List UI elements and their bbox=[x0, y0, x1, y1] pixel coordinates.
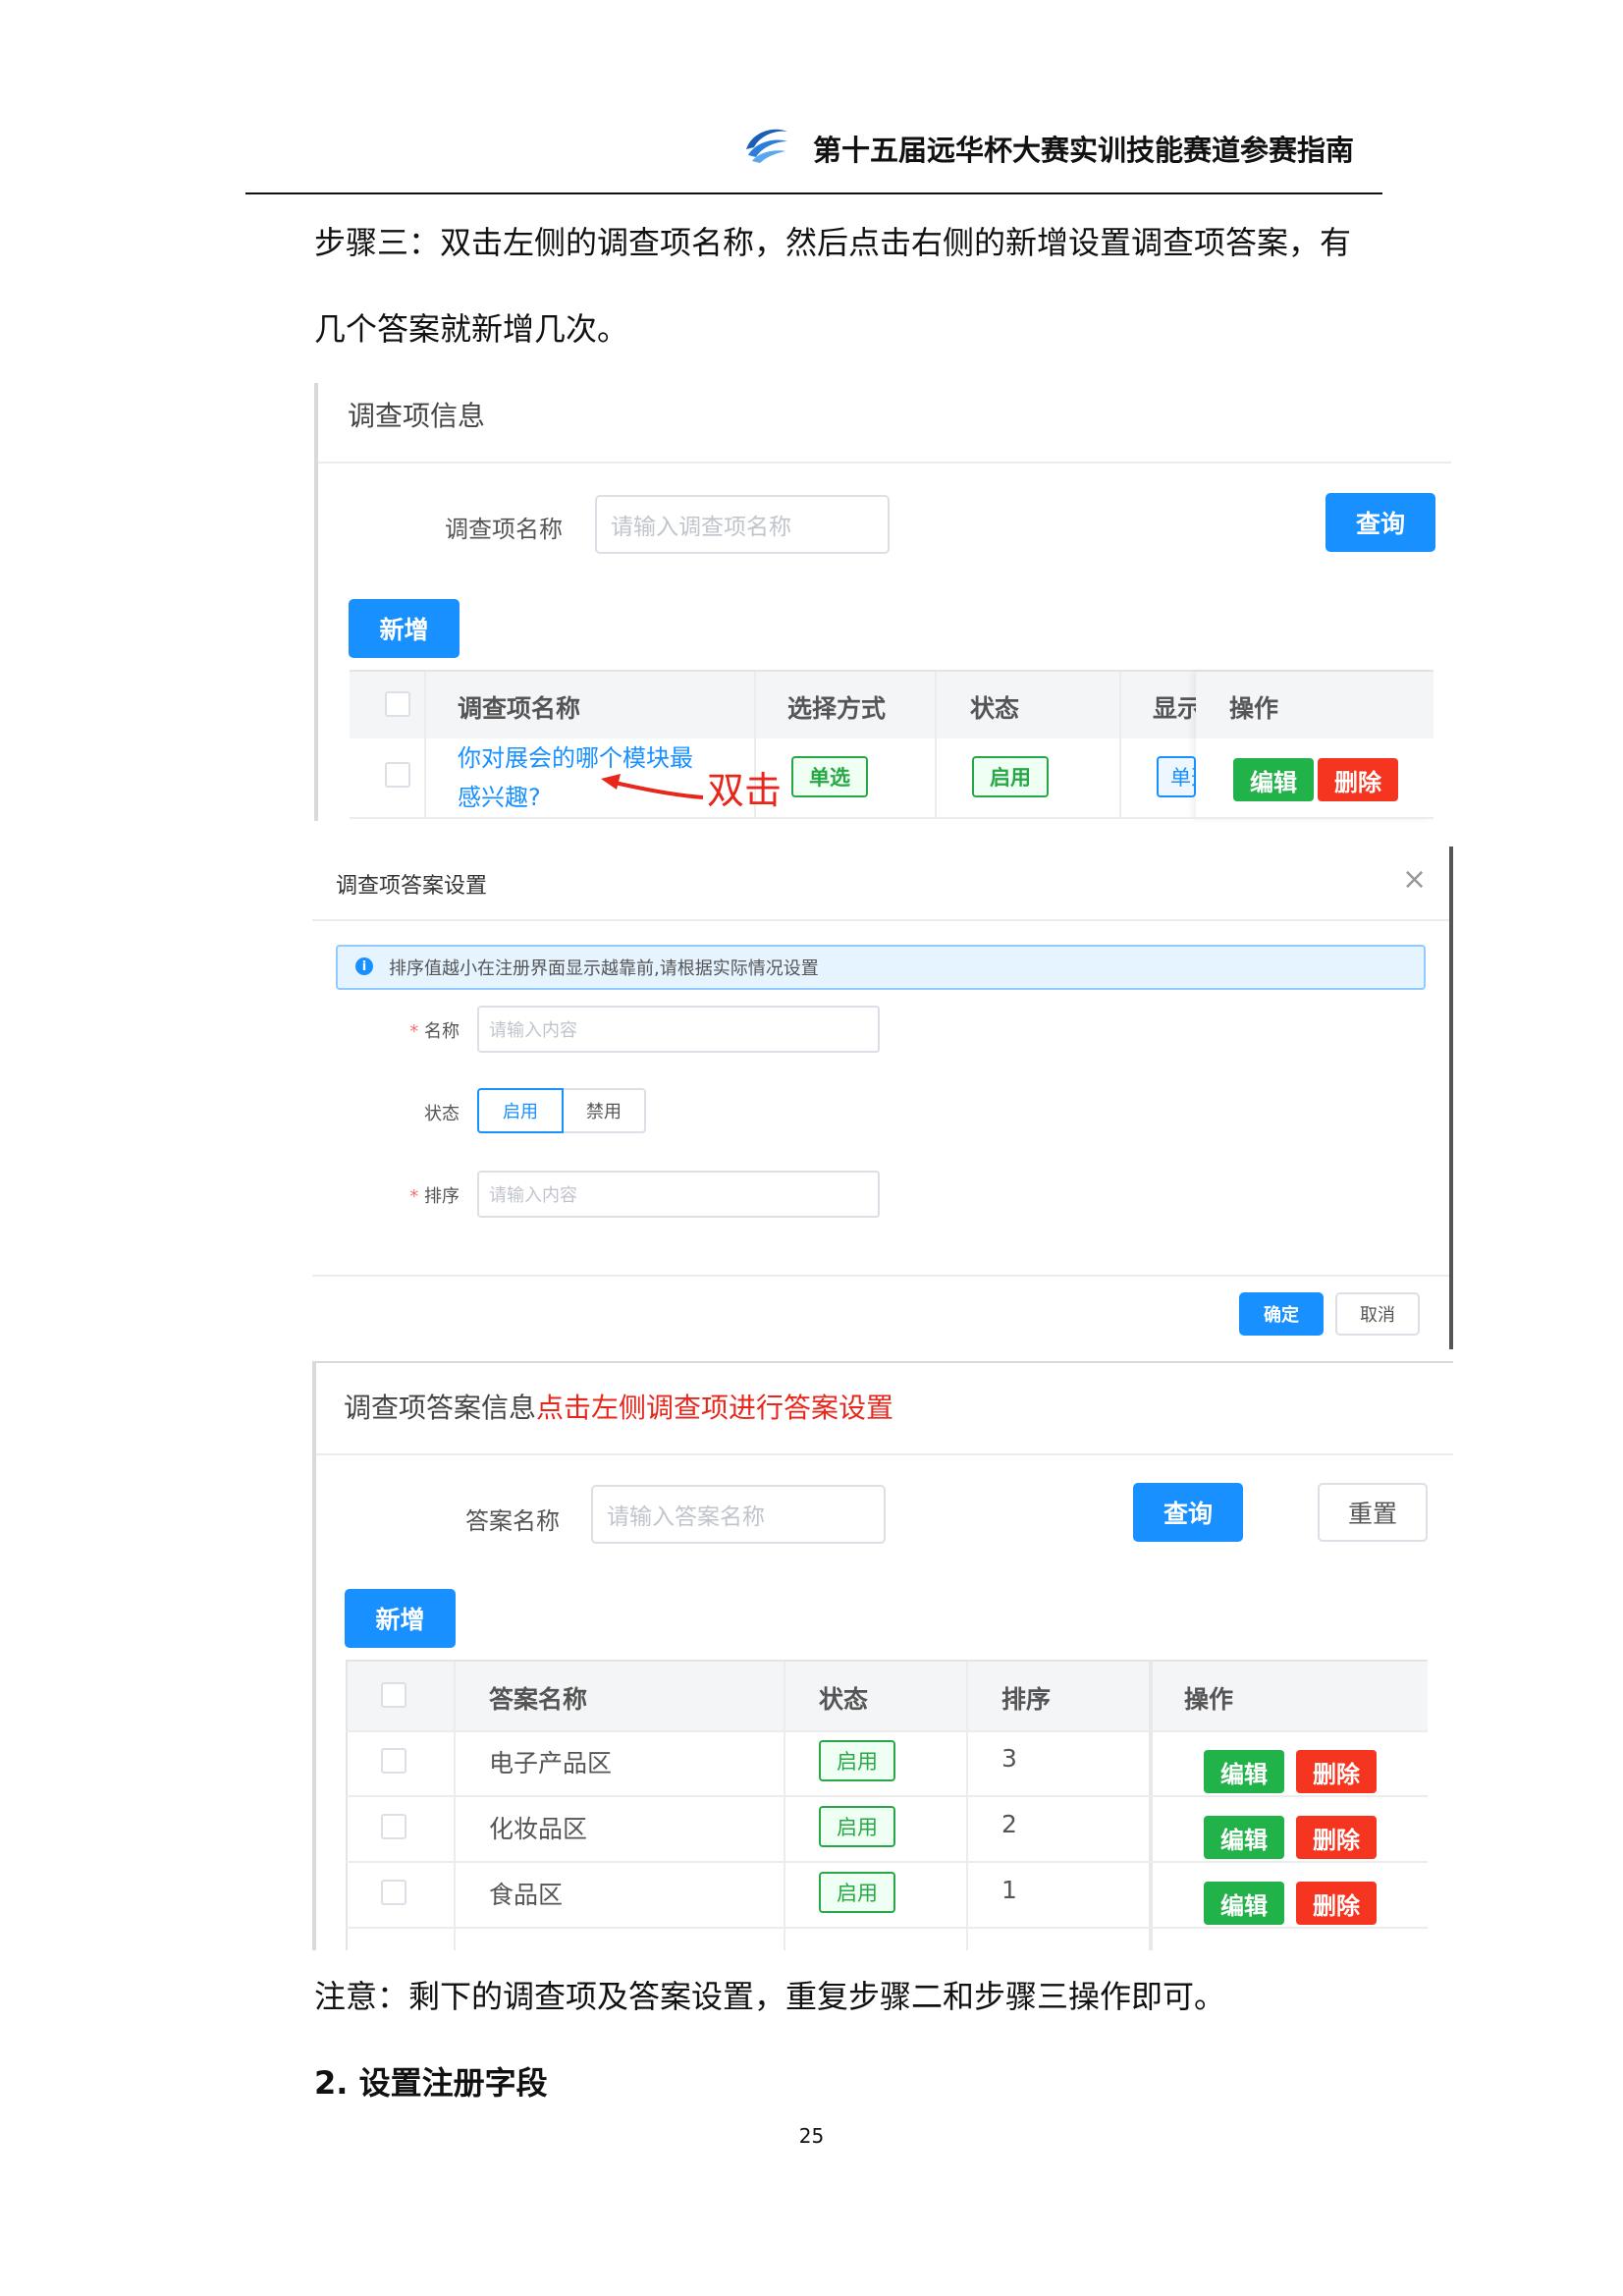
modal-order-label: * 排序 bbox=[409, 1186, 460, 1207]
annotation-arrow-icon bbox=[601, 774, 704, 799]
answer-query-button[interactable]: 查询 bbox=[1133, 1483, 1243, 1542]
answer-row-delete-button[interactable]: 删除 bbox=[1296, 1816, 1377, 1859]
answer-row-delete-button[interactable]: 删除 bbox=[1296, 1882, 1377, 1925]
answer-col-status: 状态 bbox=[819, 1685, 869, 1714]
answer-row-checkbox[interactable] bbox=[381, 1814, 406, 1839]
survey-select-all-checkbox[interactable] bbox=[385, 691, 410, 717]
modal-info-text: 排序值越小在注册界面显示越靠前,请根据实际情况设置 bbox=[389, 958, 819, 979]
modal-title: 调查项答案设置 bbox=[336, 874, 488, 899]
answer-panel-top-edge bbox=[312, 1361, 1453, 1363]
answer-row-checkbox[interactable] bbox=[381, 1748, 406, 1774]
modal-order-input[interactable]: 请输入内容 bbox=[477, 1171, 880, 1218]
header-divider bbox=[245, 192, 1382, 194]
logo-icon bbox=[746, 129, 787, 163]
answer-panel-title: 调查项答案信息点击左侧调查项进行答案设置 bbox=[344, 1387, 893, 1426]
header-title: 第十五届远华杯大赛实训技能赛道参赛指南 bbox=[813, 134, 1355, 167]
answer-panel-title-hint: 点击左侧调查项进行答案设置 bbox=[536, 1392, 894, 1424]
answer-search-label: 答案名称 bbox=[465, 1507, 560, 1535]
answer-col-actions: 操作 bbox=[1184, 1685, 1234, 1714]
answer-table-top-border bbox=[346, 1660, 1428, 1662]
answer-row-edit-button[interactable]: 编辑 bbox=[1204, 1882, 1284, 1925]
answer-row-order: 1 bbox=[1001, 1876, 1017, 1904]
answer-panel-title-text: 调查项答案信息 bbox=[344, 1392, 537, 1424]
survey-row-mode-tag: 单选 bbox=[791, 756, 868, 797]
survey-search-label: 调查项名称 bbox=[445, 516, 563, 543]
answer-row-name: 电子产品区 bbox=[489, 1749, 613, 1777]
answer-row-status-tag: 启用 bbox=[819, 1872, 895, 1913]
survey-col-display: 显示 bbox=[1153, 694, 1200, 723]
answer-row-divider bbox=[346, 1795, 1428, 1797]
answer-row-divider bbox=[346, 1861, 1428, 1863]
modal-name-input[interactable]: 请输入内容 bbox=[477, 1006, 880, 1053]
modal-name-label: * 名称 bbox=[409, 1021, 460, 1042]
answer-row-delete-button[interactable]: 删除 bbox=[1296, 1750, 1377, 1793]
answer-search-input[interactable]: 请输入答案名称 bbox=[591, 1485, 886, 1544]
modal-close-icon[interactable]: × bbox=[1402, 862, 1427, 897]
answer-row-order: 3 bbox=[1001, 1744, 1017, 1773]
survey-col-status: 状态 bbox=[970, 694, 1020, 723]
modal-footer-divider bbox=[312, 1275, 1449, 1277]
survey-col-actions-label: 操作 bbox=[1229, 694, 1279, 723]
survey-col-mode: 选择方式 bbox=[787, 694, 887, 723]
answer-col-sep bbox=[784, 1662, 785, 1950]
survey-panel-edge bbox=[314, 383, 318, 821]
modal-cancel-button[interactable]: 取消 bbox=[1335, 1292, 1420, 1336]
answer-row-order: 2 bbox=[1001, 1810, 1017, 1838]
survey-add-button[interactable]: 新增 bbox=[349, 599, 460, 658]
answer-fixed-col-sep bbox=[1149, 1662, 1153, 1950]
answer-row-edit-button[interactable]: 编辑 bbox=[1204, 1816, 1284, 1859]
survey-row-edit-button[interactable]: 编辑 bbox=[1233, 758, 1314, 801]
survey-row-status-tag: 启用 bbox=[972, 756, 1049, 797]
modal-status-disable-option[interactable]: 禁用 bbox=[564, 1088, 646, 1133]
answer-panel-divider bbox=[316, 1453, 1453, 1455]
note-text: 注意：剩下的调查项及答案设置，重复步骤二和步骤三操作即可。 bbox=[314, 1978, 1226, 2015]
answer-row-name: 化妆品区 bbox=[489, 1815, 588, 1843]
answer-row-divider bbox=[346, 1730, 1428, 1732]
survey-col-sep bbox=[424, 672, 426, 819]
section-heading: 2. 设置注册字段 bbox=[314, 2064, 548, 2102]
answer-row-checkbox[interactable] bbox=[381, 1880, 406, 1905]
survey-search-input[interactable]: 请输入调查项名称 bbox=[595, 495, 890, 554]
annotation-double-click: 双击 bbox=[707, 769, 783, 812]
survey-row-display-tag: 单选 bbox=[1157, 756, 1196, 797]
modal-status-enable-option[interactable]: 启用 bbox=[477, 1088, 564, 1133]
survey-row-divider bbox=[350, 817, 1434, 819]
step-text-line2: 几个答案就新增几次。 bbox=[314, 310, 629, 348]
answer-col-sep bbox=[454, 1662, 456, 1950]
modal-status-label: 状态 bbox=[424, 1104, 460, 1124]
survey-panel-title: 调查项信息 bbox=[348, 400, 486, 432]
answer-col-order: 排序 bbox=[1001, 1685, 1052, 1714]
answer-row-edit-button[interactable]: 编辑 bbox=[1204, 1750, 1284, 1793]
survey-row-delete-button[interactable]: 删除 bbox=[1318, 758, 1398, 801]
answer-row-status-tag: 启用 bbox=[819, 1806, 895, 1847]
modal-right-edge bbox=[1449, 847, 1453, 1349]
modal-header-divider bbox=[312, 919, 1449, 921]
step-text-line1: 步骤三：双击左侧的调查项名称，然后点击右侧的新增设置调查项答案，有 bbox=[314, 224, 1352, 261]
answer-add-button[interactable]: 新增 bbox=[345, 1589, 456, 1648]
survey-col-name: 调查项名称 bbox=[458, 694, 581, 723]
answer-row-divider bbox=[346, 1927, 1428, 1929]
answer-select-all-checkbox[interactable] bbox=[381, 1682, 406, 1708]
answer-reset-button[interactable]: 重置 bbox=[1318, 1483, 1428, 1542]
page-number: 25 bbox=[798, 2124, 825, 2148]
answer-col-sep bbox=[966, 1662, 968, 1950]
answer-panel-left-edge bbox=[312, 1361, 316, 1950]
answer-col-name: 答案名称 bbox=[489, 1685, 588, 1714]
answer-row-name: 食品区 bbox=[489, 1881, 564, 1909]
survey-query-button[interactable]: 查询 bbox=[1325, 493, 1435, 552]
answer-row-status-tag: 启用 bbox=[819, 1740, 895, 1781]
answer-table-left-border bbox=[346, 1660, 348, 1950]
modal-confirm-button[interactable]: 确定 bbox=[1239, 1292, 1324, 1336]
survey-col-sep bbox=[1119, 672, 1121, 819]
survey-row-checkbox[interactable] bbox=[385, 762, 410, 788]
info-icon: i bbox=[355, 957, 373, 975]
survey-panel-divider bbox=[318, 462, 1451, 464]
survey-col-sep bbox=[935, 672, 937, 819]
